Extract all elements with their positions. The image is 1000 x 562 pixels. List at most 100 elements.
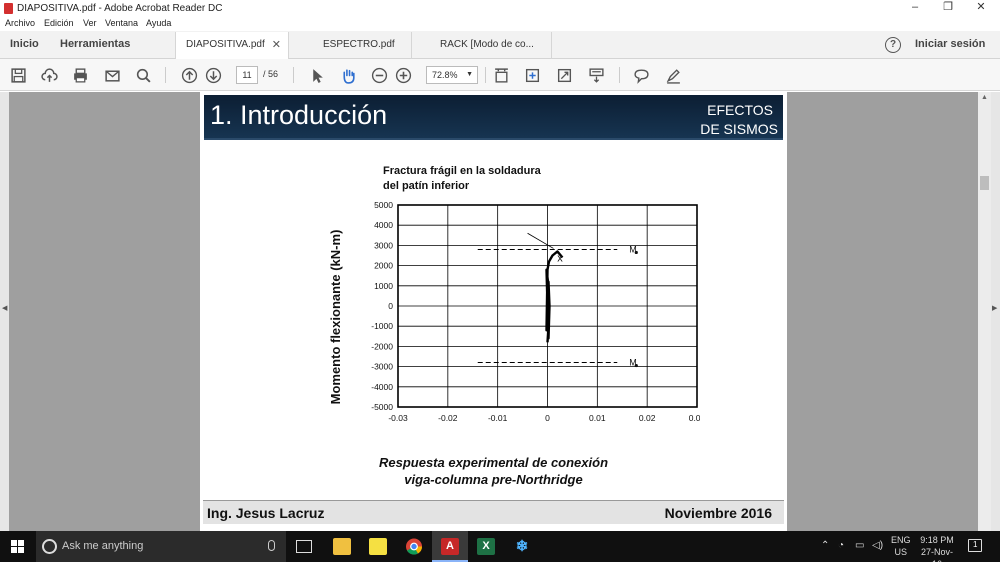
taskbar-search[interactable]: Ask me anything (36, 531, 286, 562)
signin-link[interactable]: Iniciar sesión (915, 38, 985, 50)
toolbar-divider (165, 67, 166, 83)
figure-caption-line1: Respuesta experimental de conexión (378, 455, 609, 470)
page-number-input[interactable]: 11 (236, 66, 258, 84)
vertical-scrollbar[interactable]: ▲ (978, 92, 991, 531)
snowflake-app[interactable]: ❄ (504, 531, 540, 562)
y-tick-label: 2000 (374, 261, 393, 271)
task-view-icon[interactable] (296, 540, 312, 553)
toolbar: 11 / 56 72.8% ▼ (0, 59, 1000, 91)
select-cursor-icon[interactable] (307, 65, 327, 85)
x-tick-label: -0.03 (388, 413, 408, 423)
fracture-marker: x (557, 253, 563, 265)
document-viewer[interactable]: ◀ 1. Introducción EFECTOS DE SISMOS Frac… (0, 92, 1000, 531)
slide-author: Ing. Jesus Lacruz (207, 505, 325, 521)
search-icon[interactable] (133, 65, 153, 85)
menu-archivo[interactable]: Archivo (5, 18, 35, 28)
x-tick-label: 0.01 (589, 413, 606, 423)
battery-icon[interactable]: ▭ (855, 540, 864, 551)
chart-title-line2: del patín inferior (383, 180, 470, 192)
x-tick-label: 0.03 (689, 413, 700, 423)
language-code: ENG (891, 535, 911, 545)
close-window-button[interactable]: ✕ (966, 0, 996, 17)
action-center-icon[interactable]: 1 (968, 539, 982, 552)
save-icon[interactable] (8, 65, 28, 85)
y-tick-label: -3000 (371, 362, 393, 372)
tab-label: DIAPOSITIVA.pdf (186, 39, 265, 50)
slide-footer: Ing. Jesus Lacruz Noviembre 2016 (203, 500, 784, 524)
x-tick-label: -0.02 (438, 413, 458, 423)
scroll-mode-icon[interactable] (586, 65, 606, 85)
y-tick-label: 3000 (374, 240, 393, 250)
full-screen-icon[interactable] (554, 65, 574, 85)
y-tick-label: 4000 (374, 220, 393, 230)
y-axis-label: Momento flexionante (kN-m) (328, 230, 343, 405)
windows-taskbar: Ask me anything A X ❄ ⌃ ◔ ▭ ◁) ENG US 9:… (0, 531, 1000, 562)
menu-ventana[interactable]: Ventana (105, 18, 138, 28)
tray-overflow-icon[interactable]: ⌃ (821, 540, 829, 551)
minimize-button[interactable]: – (900, 0, 930, 17)
title-bar: DIAPOSITIVA.pdf - Adobe Acrobat Reader D… (0, 0, 1000, 17)
chrome-app[interactable] (396, 531, 432, 562)
toolbar-divider (485, 67, 486, 83)
next-page-icon[interactable] (203, 65, 223, 85)
expand-right-icon: ▶ (992, 305, 998, 312)
tab-diapositiva[interactable]: DIAPOSITIVA.pdf ✕ (175, 32, 289, 59)
y-tick-label: 0 (388, 301, 393, 311)
zoom-out-icon[interactable] (369, 65, 389, 85)
y-tick-label: -5000 (371, 402, 393, 412)
reference-marker (634, 363, 638, 368)
toolbar-divider (619, 67, 620, 83)
network-icon[interactable]: ◔ (838, 540, 844, 551)
zoom-in-icon[interactable] (393, 65, 413, 85)
left-panel-toggle[interactable]: ◀ (0, 92, 9, 531)
close-tab-icon[interactable]: ✕ (272, 38, 281, 51)
print-icon[interactable] (70, 65, 90, 85)
y-tick-label: -2000 (371, 341, 393, 351)
menu-ver[interactable]: Ver (83, 18, 97, 28)
fit-page-icon[interactable] (522, 65, 542, 85)
tab-rack[interactable]: RACK [Modo de co... (412, 32, 552, 59)
window-title: DIAPOSITIVA.pdf - Adobe Acrobat Reader D… (17, 3, 223, 14)
acrobat-app[interactable]: A (432, 531, 468, 562)
highlight-pen-icon[interactable] (663, 65, 683, 85)
email-icon[interactable] (102, 65, 122, 85)
previous-page-icon[interactable] (179, 65, 199, 85)
menu-ayuda[interactable]: Ayuda (146, 18, 171, 28)
right-panel-toggle[interactable]: ▶ (991, 92, 1000, 531)
slide-subtitle-line2: DE SISMOS (700, 121, 778, 137)
expand-left-icon: ◀ (2, 305, 8, 312)
file-explorer-app[interactable] (324, 531, 360, 562)
clock-date: 27-Nov-16 (920, 547, 953, 562)
y-tick-label: 1000 (374, 281, 393, 291)
volume-icon[interactable]: ◁) (872, 540, 883, 551)
toolbar-divider (293, 67, 294, 83)
help-icon[interactable]: ? (885, 37, 901, 53)
zoom-value: 72.8% (432, 70, 458, 80)
sticky-notes-app[interactable] (360, 531, 396, 562)
microphone-icon[interactable] (268, 540, 275, 551)
scroll-up-icon[interactable]: ▲ (981, 94, 988, 101)
tab-bar: Inicio Herramientas DIAPOSITIVA.pdf ✕ ES… (0, 31, 1000, 59)
clock-time: 9:18 PM (920, 535, 954, 545)
zoom-level-select[interactable]: 72.8% ▼ (426, 66, 478, 84)
moment-rotation-chart: MM x -0.03-0.02-0.0100.010.020.035000400… (328, 202, 700, 423)
comment-icon[interactable] (631, 65, 651, 85)
start-button[interactable] (0, 531, 36, 562)
cloud-upload-icon[interactable] (39, 65, 59, 85)
excel-icon: X (477, 538, 495, 555)
scrollbar-thumb[interactable] (980, 176, 989, 190)
fit-width-icon[interactable] (491, 65, 511, 85)
nav-herramientas[interactable]: Herramientas (60, 38, 130, 50)
menu-edicion[interactable]: Edición (44, 18, 74, 28)
search-placeholder: Ask me anything (62, 540, 144, 552)
nav-inicio[interactable]: Inicio (10, 38, 39, 50)
excel-app[interactable]: X (468, 531, 504, 562)
hand-tool-icon[interactable] (338, 65, 358, 85)
taskbar-clock[interactable]: 9:18 PM 27-Nov-16 (916, 534, 958, 562)
x-tick-label: 0 (545, 413, 550, 423)
cortana-icon (42, 539, 57, 554)
page-total: / 56 (263, 69, 279, 79)
tab-espectro[interactable]: ESPECTRO.pdf (289, 32, 412, 59)
language-indicator[interactable]: ENG US (891, 534, 911, 558)
restore-button[interactable]: ❐ (933, 0, 963, 17)
